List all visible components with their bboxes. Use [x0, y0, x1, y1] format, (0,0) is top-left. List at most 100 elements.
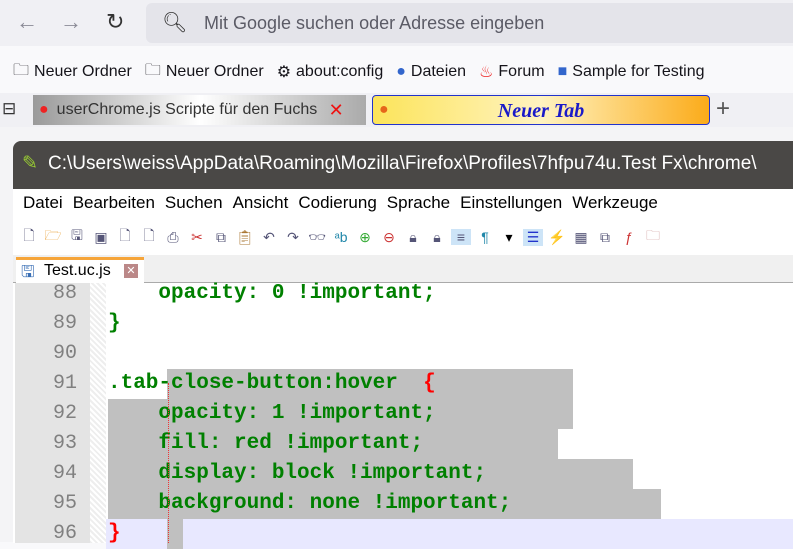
tab-close-button[interactable]: ✕ [329, 100, 344, 121]
notepad-window: Datei Bearbeiten Suchen Ansicht Codierun… [13, 189, 793, 549]
sync-h-icon[interactable]: 🔒︎ [427, 229, 447, 246]
cut-icon[interactable]: ✂ [187, 229, 207, 246]
menu-bar: Datei Bearbeiten Suchen Ansicht Codierun… [13, 193, 658, 213]
tab-label: Neuer Tab [497, 100, 585, 122]
close-all-icon[interactable]: 🗋 [139, 225, 159, 249]
menu-codierung[interactable]: Codierung [298, 193, 376, 213]
menu-ansicht[interactable]: Ansicht [233, 193, 289, 213]
close-icon[interactable]: 🗋 [115, 225, 135, 249]
bookmark-forum[interactable]: ♨ Forum [479, 62, 545, 82]
copy-icon[interactable]: ⧉ [211, 229, 231, 246]
bookmark-label: Forum [498, 63, 545, 80]
bookmark-label: Neuer Ordner [34, 63, 132, 80]
menu-werkzeuge[interactable]: Werkzeuge [572, 193, 658, 213]
bookmark-label: Neuer Ordner [165, 63, 264, 80]
reload-button[interactable]: ↻ [106, 9, 124, 35]
paste-icon[interactable]: 📋︎ [235, 229, 255, 246]
code-line: 93 fill: red !important; [13, 429, 793, 459]
zoom-in-icon[interactable]: ⊕ [355, 229, 375, 246]
redo-icon[interactable]: ↷ [283, 229, 303, 246]
word-wrap-icon[interactable]: ≡ [451, 229, 471, 245]
globe-icon: ● [396, 63, 406, 80]
nav-bar: ← → ↻ 🔍︎ Mit Google suchen oder Adresse … [0, 0, 793, 46]
bookmark-folder[interactable]: 🗀 Neuer Ordner [13, 59, 132, 86]
line-number: 89 [52, 312, 77, 335]
tab-userchrome[interactable]: ● userChrome.js Scripte für den Fuchs ✕ [33, 95, 366, 125]
bookmark-label: about:config [296, 63, 384, 80]
book-icon: ■ [557, 63, 568, 80]
folder-icon: 🗀 [144, 61, 161, 79]
code-line: 91 .tab-close-button:hover { [13, 369, 793, 399]
toolbar: 🗋 🗁 🖫 ▣ 🗋 🗋 ⎙ ✂ ⧉ 📋︎ ↶ ↷ 👓︎ ᵃb ⊕ ⊖ 🔒︎ 🔒︎ ≡ ¶ ▾ ☰ ⚡ ▦ ⧉ ƒ 🗀 [13, 222, 793, 252]
menu-bearbeiten[interactable]: Bearbeiten [73, 193, 155, 213]
function-list-icon[interactable]: ⧉ [595, 229, 615, 246]
bookmark-sample[interactable]: ■ Sample for Testing [558, 63, 705, 81]
back-button[interactable]: ← [16, 9, 38, 35]
line-number: 88 [52, 282, 77, 305]
indent-guide-icon[interactable]: ☰ [523, 228, 543, 246]
forward-button[interactable]: → [60, 9, 82, 35]
code-editor[interactable]: 88 opacity: 0 !important; 89} 90 91 .tab-clo… [13, 282, 793, 549]
code-line: 94 display: block !important; [13, 459, 793, 489]
code-text: display: block !important; [108, 462, 487, 485]
show-all-chars-icon[interactable]: ¶ [475, 229, 495, 245]
line-number: 95 [52, 492, 77, 515]
url-bar[interactable]: 🔍︎ Mit Google suchen oder Adresse eingeb… [146, 3, 793, 43]
print-icon[interactable]: ⎙ [163, 229, 183, 246]
code-line: 90 [13, 339, 793, 369]
menu-sprache[interactable]: Sprache [387, 193, 450, 213]
tab-label: userChrome.js Scripte für den Fuchs [56, 101, 318, 118]
line-number: 93 [52, 432, 77, 455]
save-icon[interactable]: 🖫 [67, 225, 87, 249]
dropdown-icon[interactable]: ▾ [499, 229, 519, 246]
menu-datei[interactable]: Datei [23, 193, 63, 213]
code-text: .tab-close-button:hover { [108, 372, 436, 395]
code-line: 95 background: none !important; [13, 489, 793, 519]
code-line: 92 opacity: 1 !important; [13, 399, 793, 429]
line-number: 91 [52, 372, 77, 395]
doc-tab-close[interactable]: ✕ [124, 264, 138, 278]
notepad-title-bar: ✎ C:\Users\weiss\AppData\Roaming\Mozilla… [13, 141, 793, 189]
sync-v-icon[interactable]: 🔒︎ [403, 229, 423, 246]
replace-icon[interactable]: ᵃb [331, 229, 351, 245]
doc-tab-label: Test.uc.js [44, 262, 111, 279]
undo-icon[interactable]: ↶ [259, 229, 279, 246]
flame-icon: ● [39, 101, 49, 118]
zoom-out-icon[interactable]: ⊖ [379, 229, 399, 246]
notepad-icon: ✎ [22, 153, 38, 174]
code-line: 96} [13, 519, 793, 549]
bookmark-label: Dateien [410, 63, 467, 80]
selection [167, 519, 183, 549]
new-tab-button[interactable]: + [716, 95, 730, 123]
tab-new-tab[interactable]: ● Neuer Tab [372, 95, 710, 125]
window-title: C:\Users\weiss\AppData\Roaming\Mozilla\F… [48, 153, 757, 174]
code-line: 89} [13, 309, 793, 339]
line-number: 94 [52, 462, 77, 485]
bookmark-folder[interactable]: 🗀 Neuer Ordner [145, 59, 264, 86]
tab-bar: ⊟ ● userChrome.js Scripte für den Fuchs … [0, 93, 793, 127]
udl-icon[interactable]: ⚡ [547, 229, 567, 246]
folder-workspace-icon[interactable]: 🗀 [643, 225, 663, 249]
open-file-icon[interactable]: 🗁 [43, 225, 63, 249]
tab-list-icon[interactable]: ⊟ [2, 99, 16, 119]
doc-map-icon[interactable]: ▦ [571, 229, 591, 246]
code-text: } [108, 312, 121, 335]
bookmark-about-config[interactable]: ⚙ about:config [277, 62, 384, 82]
bookmark-label: Sample for Testing [572, 63, 705, 80]
function-icon[interactable]: ƒ [619, 229, 639, 245]
new-file-icon[interactable]: 🗋 [19, 225, 39, 249]
flame-icon: ♨ [479, 64, 494, 81]
folder-icon: 🗀 [13, 61, 30, 79]
code-text: opacity: 0 !important; [108, 282, 436, 305]
search-icon: 🔍︎ [162, 12, 188, 34]
bookmarks-bar: 🗀 Neuer Ordner 🗀 Neuer Ordner ⚙ about:confi… [0, 55, 793, 89]
code-text: opacity: 1 !important; [108, 402, 436, 425]
code-line: 88 opacity: 0 !important; [13, 279, 793, 309]
line-number: 92 [52, 402, 77, 425]
bookmark-dateien[interactable]: ● Dateien [396, 63, 466, 81]
save-all-icon[interactable]: ▣ [91, 229, 111, 246]
menu-suchen[interactable]: Suchen [165, 193, 223, 213]
menu-einstellungen[interactable]: Einstellungen [460, 193, 562, 213]
find-icon[interactable]: 👓︎ [307, 229, 327, 246]
indent-guide [168, 383, 169, 543]
